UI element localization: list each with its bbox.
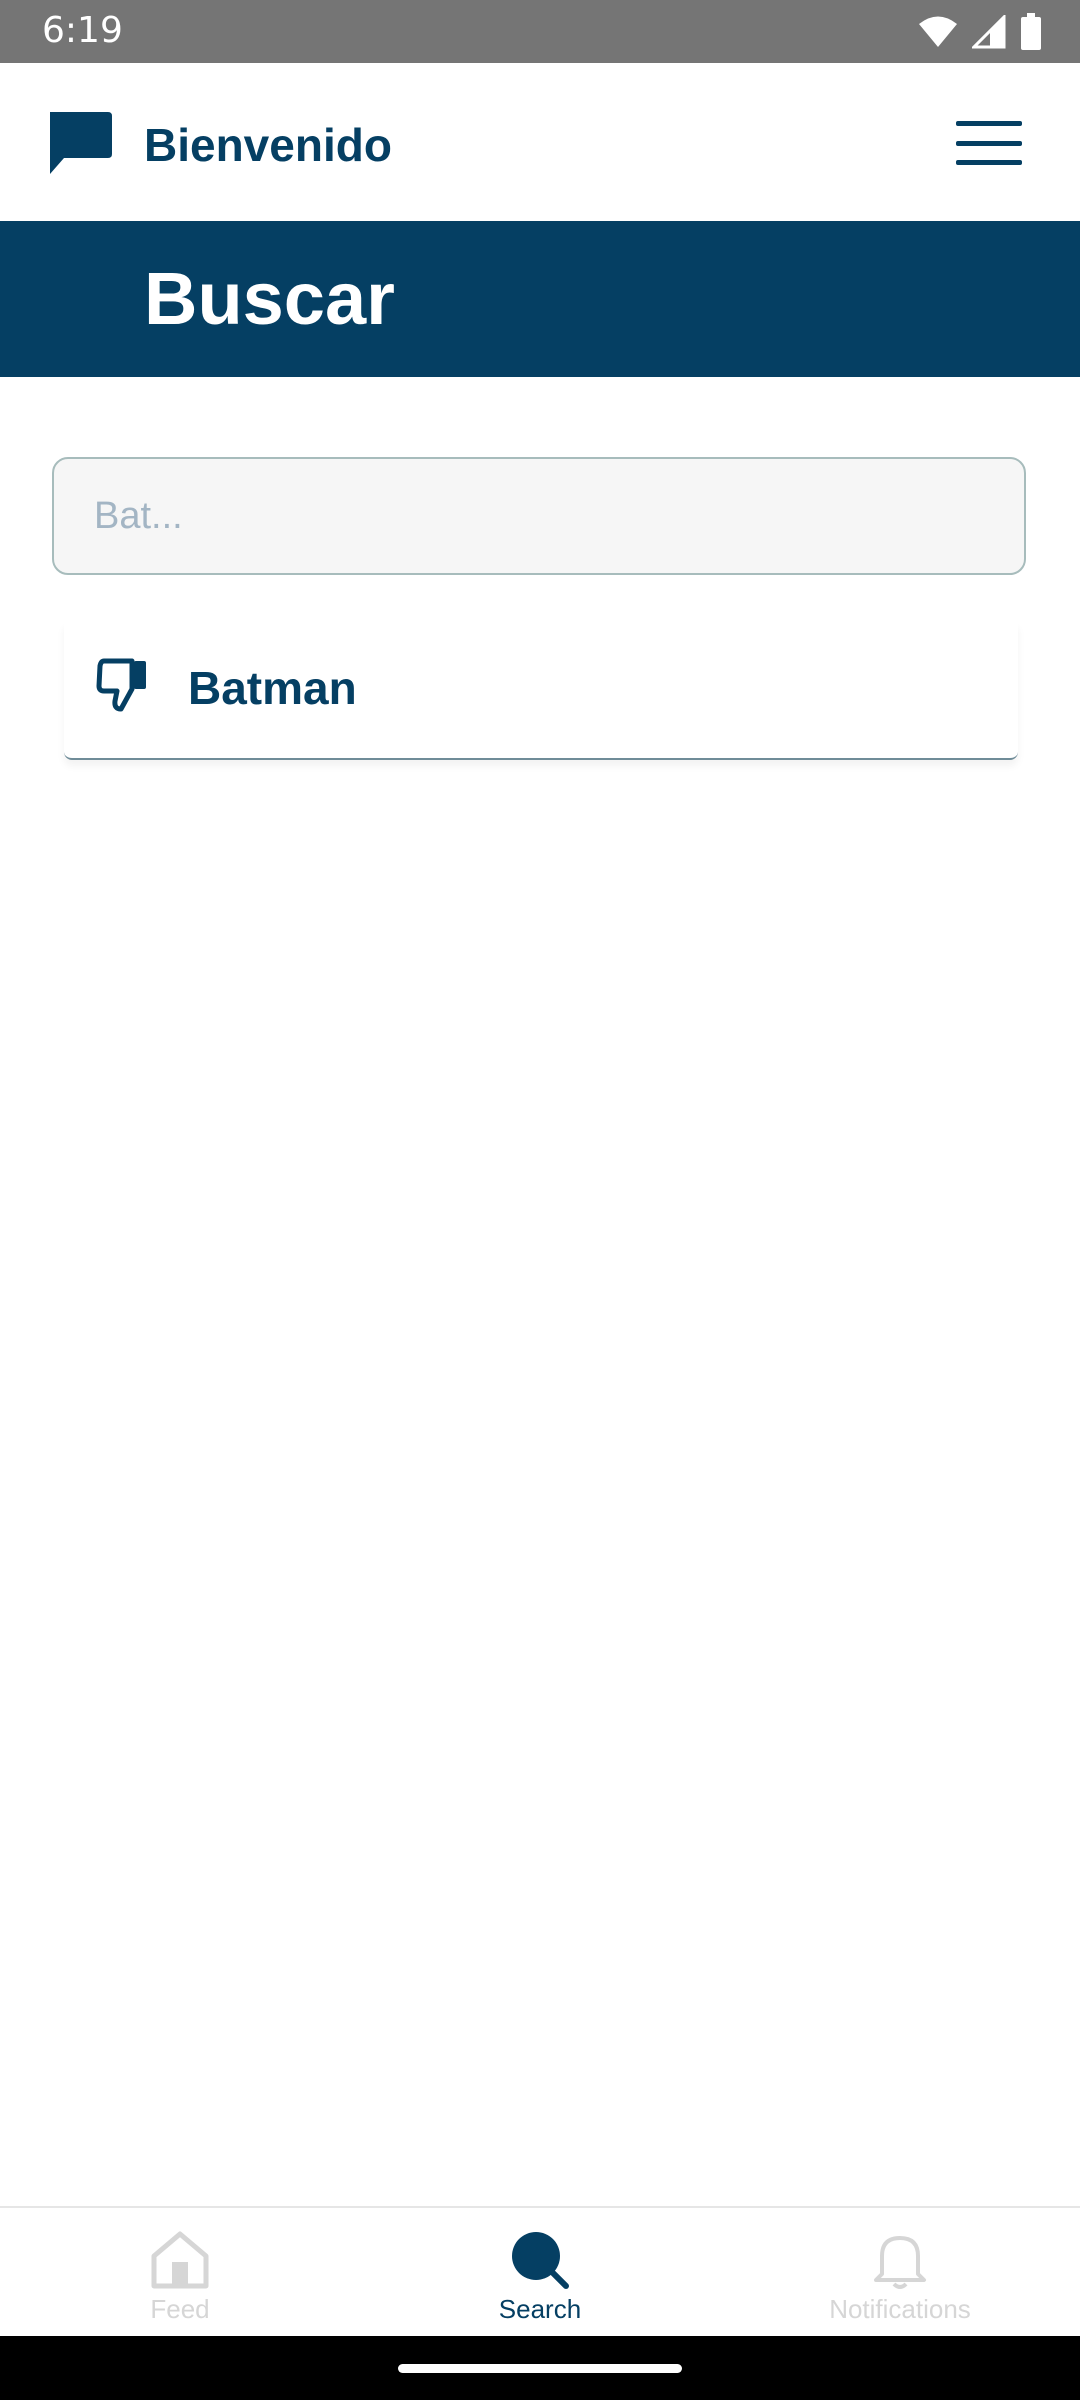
nav-label-feed: Feed xyxy=(150,2294,210,2324)
signal-icon xyxy=(972,15,1006,49)
search-icon xyxy=(512,2232,569,2289)
menu-line xyxy=(956,121,1022,126)
page-title: Buscar xyxy=(144,257,395,340)
hamburger-menu-icon[interactable] xyxy=(956,115,1022,171)
wifi-icon xyxy=(919,16,957,47)
page-banner: Buscar xyxy=(0,221,1080,377)
bottom-nav: Feed Search Notifications xyxy=(0,2206,1080,2336)
app-header: Bienvenido xyxy=(0,63,1080,221)
home-icon xyxy=(151,2231,209,2289)
app-title: Bienvenido xyxy=(144,119,392,171)
menu-line xyxy=(956,140,1022,146)
nav-label-notifications: Notifications xyxy=(829,2294,971,2324)
search-result-item[interactable]: Batman xyxy=(64,622,1018,760)
status-bar: 6:19 xyxy=(0,0,1080,63)
nav-item-search[interactable]: Search xyxy=(420,2208,660,2338)
gesture-bar xyxy=(0,2336,1080,2400)
nav-label-search: Search xyxy=(498,2294,582,2324)
menu-line xyxy=(956,160,1022,165)
status-icons xyxy=(918,12,1042,52)
search-input[interactable] xyxy=(52,457,1026,575)
status-time: 6:19 xyxy=(42,10,123,51)
nav-item-feed[interactable]: Feed xyxy=(60,2208,300,2338)
battery-icon xyxy=(1021,13,1041,50)
thumbs-down-icon xyxy=(96,658,146,712)
bell-icon xyxy=(874,2236,926,2289)
result-label: Batman xyxy=(188,662,357,714)
nav-item-notifications[interactable]: Notifications xyxy=(780,2208,1020,2338)
chat-bubble-icon xyxy=(50,112,112,174)
home-gesture-handle[interactable] xyxy=(398,2364,682,2373)
